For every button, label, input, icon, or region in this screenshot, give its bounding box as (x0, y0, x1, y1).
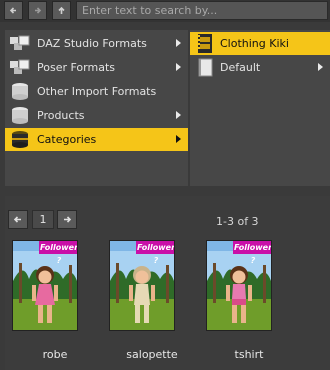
category-label: Products (37, 109, 85, 122)
category-label: Categories (37, 133, 97, 146)
follower-badge: Follower ? (136, 241, 175, 265)
category-label: Other Import Formats (37, 85, 157, 98)
document-icon (198, 58, 213, 77)
chevron-right-icon (176, 135, 181, 143)
page-range: 1-3 of 3 (216, 215, 259, 228)
products-icon (12, 107, 28, 124)
thumbnail-robe[interactable]: Follower ? (12, 240, 78, 331)
thumbnail-salopette[interactable]: Follower ? (109, 240, 175, 331)
arrow-up-icon (58, 6, 65, 14)
back-button[interactable] (4, 1, 23, 20)
chevron-right-icon (318, 63, 323, 71)
category-item-products[interactable]: Products (5, 104, 188, 127)
thumbnail-label: robe (42, 348, 68, 361)
figure-preview-image (207, 241, 271, 330)
category-item-poser-formats[interactable]: Poser Formats (5, 56, 188, 79)
import-icon (12, 83, 28, 100)
format-icon (10, 59, 30, 74)
prev-page-button[interactable] (8, 210, 28, 229)
follower-badge: Follower ? (233, 241, 272, 265)
categories-icon (12, 131, 28, 148)
film-icon (198, 34, 212, 53)
thumbnail-tshirt[interactable]: Follower ? (206, 240, 272, 331)
category-item-other-import-formats[interactable]: Other Import Formats (5, 80, 188, 103)
category-list: DAZ Studio Formats Poser Formats Other I… (5, 30, 188, 186)
chevron-right-icon (176, 39, 181, 47)
next-page-button[interactable] (57, 210, 77, 229)
format-icon (10, 35, 30, 50)
chevron-right-icon (176, 63, 181, 71)
arrow-right-icon (35, 7, 42, 14)
page-number-field[interactable]: 1 (32, 210, 54, 229)
up-button[interactable] (52, 1, 71, 20)
arrow-right-icon (64, 216, 72, 223)
subcategory-label: Clothing Kiki (220, 37, 289, 50)
search-input[interactable] (76, 1, 328, 20)
subcategory-list: Clothing Kiki Default (190, 30, 330, 186)
thumbnail-label: salopette (126, 348, 178, 361)
figure-preview-image (13, 241, 77, 330)
category-item-daz-studio-formats[interactable]: DAZ Studio Formats (5, 32, 188, 55)
category-item-categories[interactable]: Categories (5, 128, 188, 151)
category-label: DAZ Studio Formats (37, 37, 147, 50)
chevron-right-icon (176, 111, 181, 119)
category-label: Poser Formats (37, 61, 115, 74)
thumbnail-label: tshirt (234, 348, 264, 361)
arrow-left-icon (9, 7, 16, 14)
subcategory-item-clothing-kiki[interactable]: Clothing Kiki (190, 32, 330, 55)
forward-button[interactable] (28, 1, 47, 20)
subcategory-item-default[interactable]: Default (190, 56, 330, 79)
arrow-left-icon (13, 216, 21, 223)
subcategory-label: Default (220, 61, 261, 74)
follower-badge: Follower ? (39, 241, 78, 265)
figure-preview-image (110, 241, 174, 330)
